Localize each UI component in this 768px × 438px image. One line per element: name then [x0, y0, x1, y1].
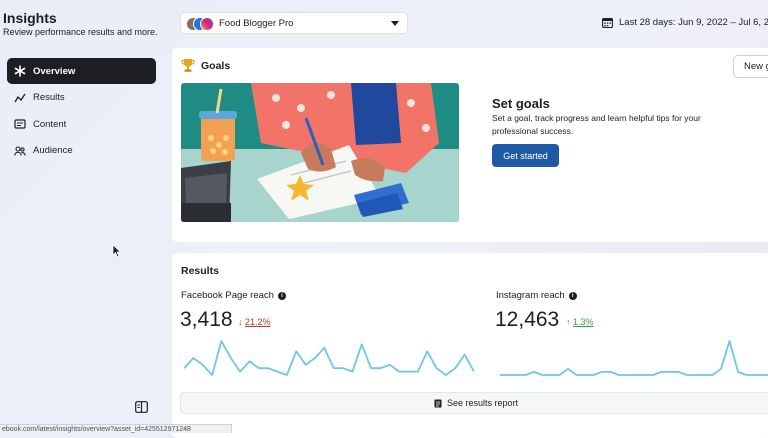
- status-bar-url: ebook.com/latest/insights/overview?asset…: [0, 424, 232, 433]
- date-range-label: Last 28 days: Jun 9, 2022 – Jul 6, 2022: [619, 17, 768, 28]
- results-card: Results Facebook Page reach i 3,418 ↓ 21…: [172, 253, 768, 438]
- facebook-reach-sparkline: [184, 340, 474, 376]
- set-goals-title: Set goals: [492, 96, 550, 111]
- sidebar-item-label: Results: [33, 92, 65, 103]
- sidebar-item-overview[interactable]: Overview: [7, 58, 156, 84]
- trend-line-icon: [14, 92, 26, 104]
- sidebar-nav: Overview Results Content Audience: [7, 58, 156, 164]
- people-icon: [14, 145, 26, 157]
- calendar-icon: [602, 17, 613, 28]
- mouse-cursor-icon: [112, 244, 122, 258]
- content-icon: [14, 118, 26, 130]
- instagram-reach-label: Instagram reach i: [496, 290, 577, 301]
- date-range-picker[interactable]: Last 28 days: Jun 9, 2022 – Jul 6, 2022: [602, 17, 768, 28]
- facebook-reach-value: 3,418: [180, 308, 233, 331]
- sparkline-series: [500, 340, 768, 376]
- sparkle-icon: [14, 65, 26, 77]
- sidebar-item-label: Overview: [33, 65, 76, 77]
- goals-illustration: [181, 83, 459, 222]
- facebook-reach-label: Facebook Page reach i: [181, 290, 286, 301]
- see-results-report-button[interactable]: See results report: [180, 392, 768, 414]
- get-started-button[interactable]: Get started: [492, 144, 559, 167]
- info-icon[interactable]: i: [277, 291, 286, 300]
- arrow-up-icon: ↑: [566, 317, 571, 327]
- report-icon: [434, 399, 442, 407]
- chevron-down-icon: [391, 21, 399, 26]
- asset-name: Food Blogger Pro: [219, 17, 294, 29]
- set-goals-description: Set a goal, track progress and learn hel…: [492, 113, 701, 136]
- new-goal-button[interactable]: New goal: [733, 55, 768, 78]
- sidebar-item-label: Content: [33, 118, 67, 130]
- sidebar: Insights Review performance results and …: [0, 0, 168, 433]
- facebook-reach-change-value[interactable]: 21.2%: [245, 317, 271, 327]
- results-title: Results: [181, 265, 219, 277]
- page-subtitle: Review performance results and more.: [3, 27, 158, 37]
- page-title: Insights: [3, 10, 57, 26]
- asset-avatars: [186, 15, 214, 31]
- info-icon[interactable]: i: [568, 291, 577, 300]
- instagram-reach-change-value[interactable]: 1.3%: [573, 317, 594, 327]
- goals-card: Goals New goal Set goals Set a goal, tra…: [172, 48, 768, 242]
- sparkline-series: [184, 340, 474, 376]
- instagram-reach-sparkline: [500, 340, 768, 376]
- sidebar-item-content[interactable]: Content: [7, 111, 156, 137]
- sidebar-item-results[interactable]: Results: [7, 85, 156, 111]
- goals-title: Goals: [201, 60, 231, 72]
- see-results-report-label: See results report: [446, 398, 519, 408]
- instagram-avatar-icon: [200, 17, 214, 31]
- asset-selector[interactable]: Food Blogger Pro: [180, 12, 408, 34]
- instagram-reach-value: 12,463: [495, 308, 560, 331]
- arrow-down-icon: ↓: [238, 317, 243, 327]
- instagram-reach-change: ↑ 1.3%: [566, 317, 594, 327]
- sidebar-item-audience[interactable]: Audience: [7, 138, 156, 164]
- panel-toggle-icon[interactable]: [135, 401, 148, 413]
- trophy-icon: [181, 59, 195, 72]
- facebook-reach-label-text: Facebook Page reach: [181, 290, 274, 301]
- instagram-reach-label-text: Instagram reach: [496, 290, 565, 301]
- sidebar-item-label: Audience: [33, 145, 73, 156]
- facebook-reach-change: ↓ 21.2%: [238, 317, 271, 327]
